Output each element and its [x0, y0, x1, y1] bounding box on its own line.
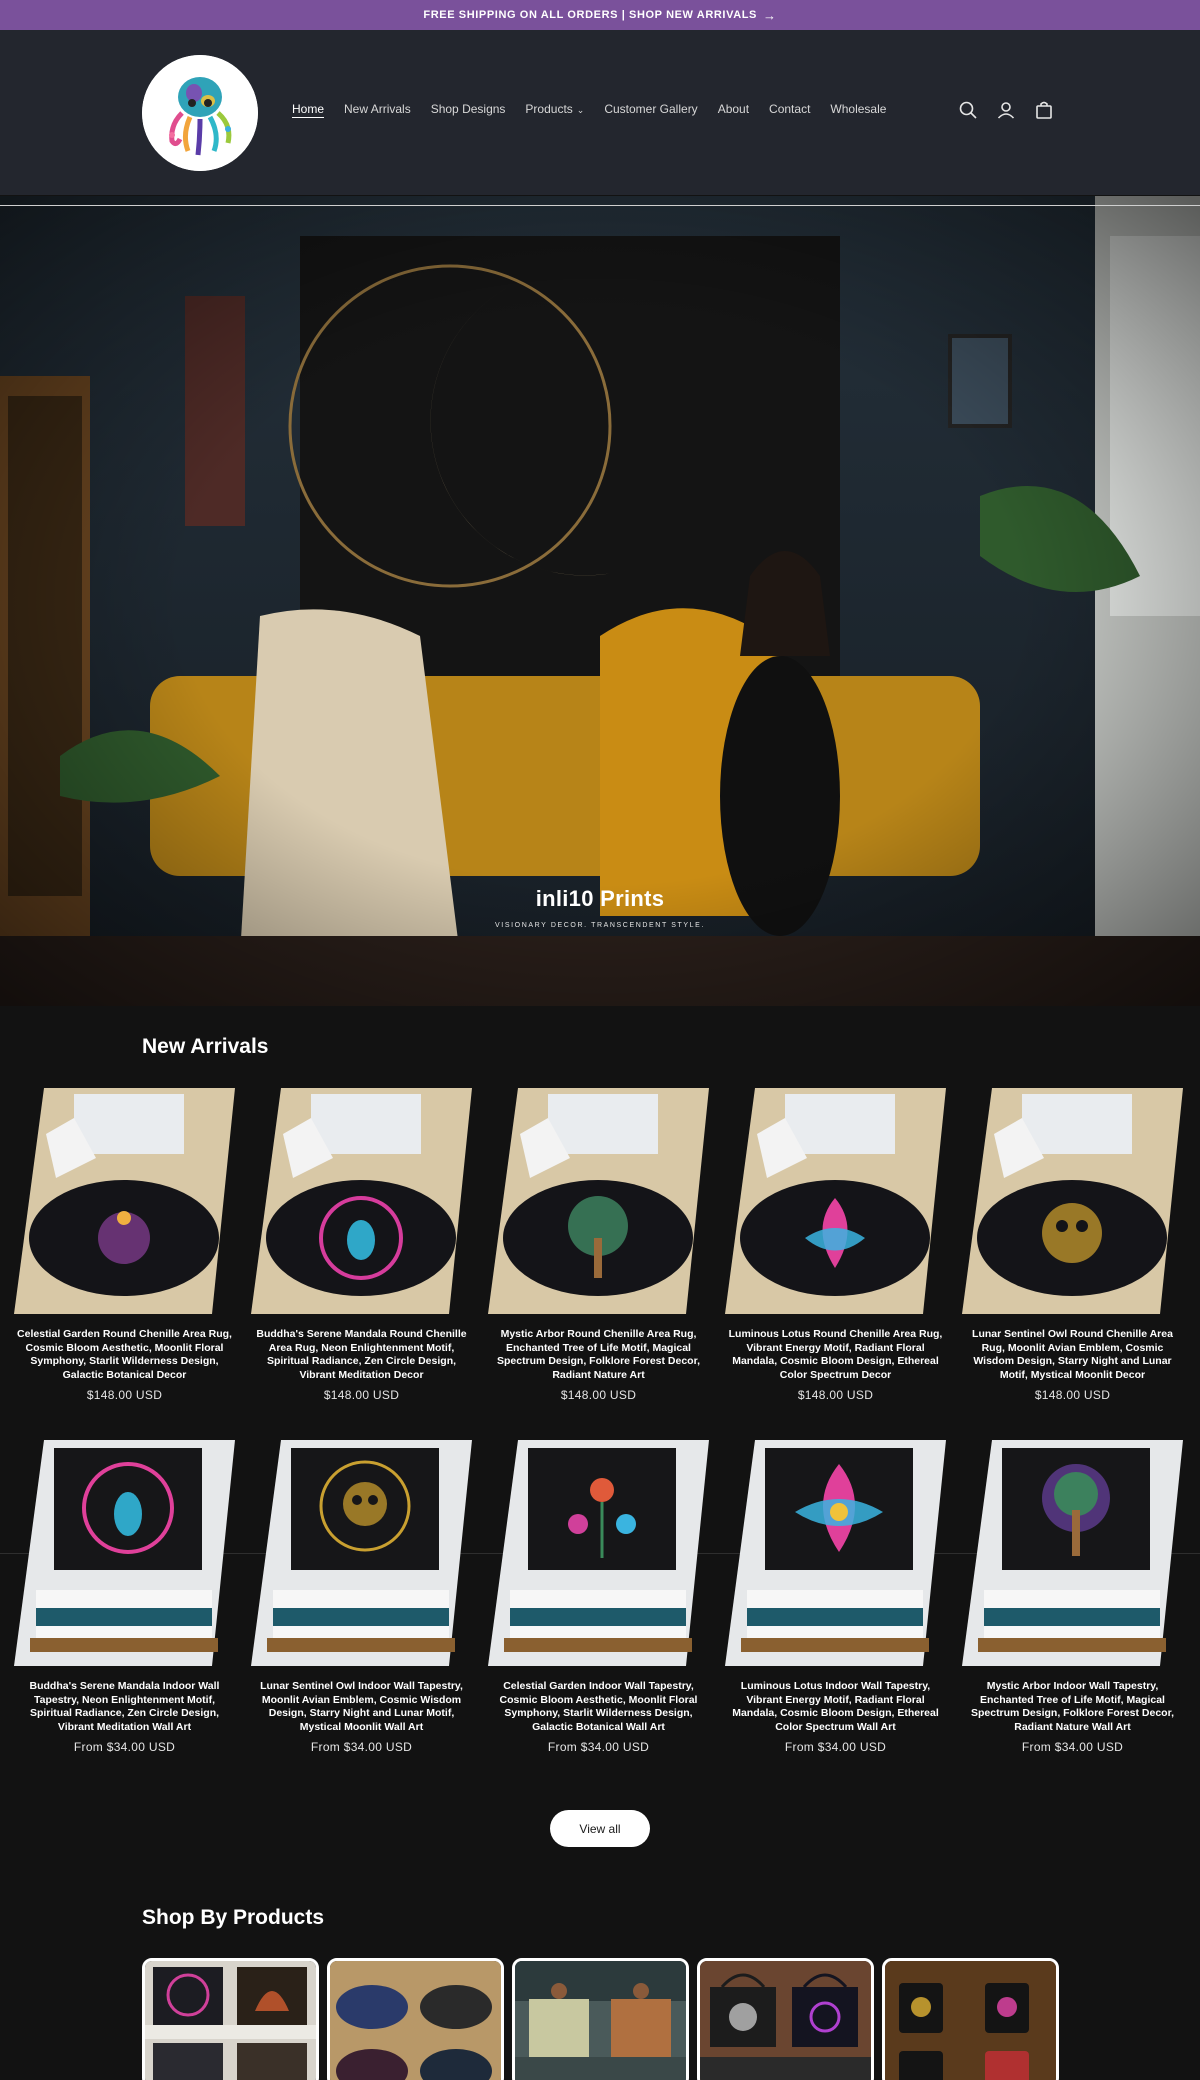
product-price: $148.00 USD	[797, 1388, 874, 1402]
site-header: Home New Arrivals Shop Designs Products ⌄…	[0, 30, 1200, 195]
product-image[interactable]	[488, 1440, 709, 1666]
header-icons	[958, 100, 1054, 120]
category-card-rugs[interactable]	[327, 1958, 504, 2080]
hero-subtitle: VISIONARY DECOR. TRANSCENDENT STYLE.	[495, 922, 705, 929]
rug-thumbnail-1	[14, 1088, 235, 1314]
main-nav: Home New Arrivals Shop Designs Products ⌄…	[292, 102, 886, 116]
octopus-logo-icon	[142, 55, 258, 171]
product-card[interactable]: Celestial Garden Round Chenille Area Rug…	[14, 1088, 235, 1402]
category-card-tapestries[interactable]	[142, 1958, 319, 2080]
announcement-bar[interactable]: FREE SHIPPING ON ALL ORDERS | SHOP NEW A…	[0, 0, 1200, 30]
nav-wholesale[interactable]: Wholesale	[830, 102, 886, 116]
product-price: $148.00 USD	[86, 1388, 163, 1402]
nav-new-arrivals[interactable]: New Arrivals	[344, 102, 411, 116]
tapestry-grid: Buddha's Serene Mandala Indoor Wall Tape…	[14, 1440, 1186, 1754]
nav-about[interactable]: About	[718, 102, 749, 116]
product-name[interactable]: Celestial Garden Round Chenille Area Rug…	[14, 1328, 235, 1382]
hero-banner[interactable]: inli10 Prints VISIONARY DECOR. TRANSCEND…	[0, 196, 1200, 1006]
nav-products[interactable]: Products ⌄	[525, 102, 584, 116]
product-card[interactable]: Luminous Lotus Round Chenille Area Rug, …	[725, 1088, 946, 1402]
product-price: From $34.00 USD	[73, 1740, 176, 1754]
category-image	[700, 1961, 871, 2080]
product-image[interactable]	[14, 1088, 235, 1314]
category-image	[885, 1961, 1056, 2080]
product-image[interactable]	[488, 1088, 709, 1314]
product-card[interactable]: Buddha's Serene Mandala Round Chenille A…	[251, 1088, 472, 1402]
rug-grid: Celestial Garden Round Chenille Area Rug…	[14, 1088, 1186, 1402]
logo[interactable]	[142, 55, 258, 171]
header-divider	[0, 205, 1200, 206]
product-price: From $34.00 USD	[1021, 1740, 1124, 1754]
product-price: $148.00 USD	[560, 1388, 637, 1402]
product-image[interactable]	[251, 1440, 472, 1666]
chevron-down-icon: ⌄	[576, 105, 585, 115]
tapestry-thumbnail-4	[725, 1440, 946, 1666]
product-price: From $34.00 USD	[547, 1740, 650, 1754]
product-name[interactable]: Mystic Arbor Round Chenille Area Rug, En…	[488, 1328, 709, 1382]
nav-customer-gallery[interactable]: Customer Gallery	[604, 102, 697, 116]
category-grid	[142, 1958, 1059, 2080]
hero-title: inli10 Prints	[535, 886, 665, 911]
tapestry-thumbnail-5	[962, 1440, 1183, 1666]
view-all-button[interactable]: View all	[550, 1810, 650, 1847]
nav-contact[interactable]: Contact	[769, 102, 810, 116]
product-card[interactable]: Mystic Arbor Round Chenille Area Rug, En…	[488, 1088, 709, 1402]
product-price: From $34.00 USD	[784, 1740, 887, 1754]
product-card[interactable]: Mystic Arbor Indoor Wall Tapestry, Encha…	[962, 1440, 1183, 1754]
product-name[interactable]: Mystic Arbor Indoor Wall Tapestry, Encha…	[962, 1680, 1183, 1734]
product-name[interactable]: Lunar Sentinel Owl Round Chenille Area R…	[962, 1328, 1183, 1382]
tapestry-thumbnail-2	[251, 1440, 472, 1666]
tapestry-thumbnail-1	[14, 1440, 235, 1666]
product-price: $148.00 USD	[1034, 1388, 1111, 1402]
category-image	[145, 1961, 316, 2080]
rug-thumbnail-3	[488, 1088, 709, 1314]
nav-home[interactable]: Home	[292, 102, 324, 116]
cart-icon[interactable]	[1034, 100, 1054, 120]
category-image	[515, 1961, 686, 2080]
category-image	[330, 1961, 501, 2080]
product-card[interactable]: Lunar Sentinel Owl Round Chenille Area R…	[962, 1088, 1183, 1402]
new-arrivals-title: New Arrivals	[142, 1035, 269, 1058]
announcement-text[interactable]: FREE SHIPPING ON ALL ORDERS | SHOP NEW A…	[423, 9, 757, 21]
product-name[interactable]: Buddha's Serene Mandala Indoor Wall Tape…	[14, 1680, 235, 1734]
product-price: $148.00 USD	[323, 1388, 400, 1402]
category-card-mugs[interactable]	[882, 1958, 1059, 2080]
product-name[interactable]: Luminous Lotus Round Chenille Area Rug, …	[725, 1328, 946, 1382]
tapestry-thumbnail-3	[488, 1440, 709, 1666]
product-name[interactable]: Lunar Sentinel Owl Indoor Wall Tapestry,…	[251, 1680, 472, 1734]
rug-thumbnail-4	[725, 1088, 946, 1314]
product-image[interactable]	[14, 1440, 235, 1666]
product-image[interactable]	[725, 1440, 946, 1666]
search-icon[interactable]	[958, 100, 978, 120]
account-icon[interactable]	[996, 100, 1016, 120]
hero-image	[0, 196, 1200, 1006]
product-card[interactable]: Luminous Lotus Indoor Wall Tapestry, Vib…	[725, 1440, 946, 1754]
arrow-right-icon: →	[763, 7, 777, 23]
product-card[interactable]: Lunar Sentinel Owl Indoor Wall Tapestry,…	[251, 1440, 472, 1754]
product-image[interactable]	[962, 1440, 1183, 1666]
product-card[interactable]: Celestial Garden Indoor Wall Tapestry, C…	[488, 1440, 709, 1754]
product-name[interactable]: Celestial Garden Indoor Wall Tapestry, C…	[488, 1680, 709, 1734]
nav-shop-designs[interactable]: Shop Designs	[431, 102, 506, 116]
shop-by-products-title: Shop By Products	[142, 1906, 325, 1929]
product-image[interactable]	[725, 1088, 946, 1314]
rug-thumbnail-5	[962, 1088, 1183, 1314]
category-card-blankets[interactable]	[512, 1958, 689, 2080]
category-card-tote-bags[interactable]	[697, 1958, 874, 2080]
product-price: From $34.00 USD	[310, 1740, 413, 1754]
product-card[interactable]: Buddha's Serene Mandala Indoor Wall Tape…	[14, 1440, 235, 1754]
product-image[interactable]	[251, 1088, 472, 1314]
product-image[interactable]	[962, 1088, 1183, 1314]
product-name[interactable]: Buddha's Serene Mandala Round Chenille A…	[251, 1328, 472, 1382]
nav-products-label: Products	[525, 102, 573, 116]
product-name[interactable]: Luminous Lotus Indoor Wall Tapestry, Vib…	[725, 1680, 946, 1734]
rug-thumbnail-2	[251, 1088, 472, 1314]
